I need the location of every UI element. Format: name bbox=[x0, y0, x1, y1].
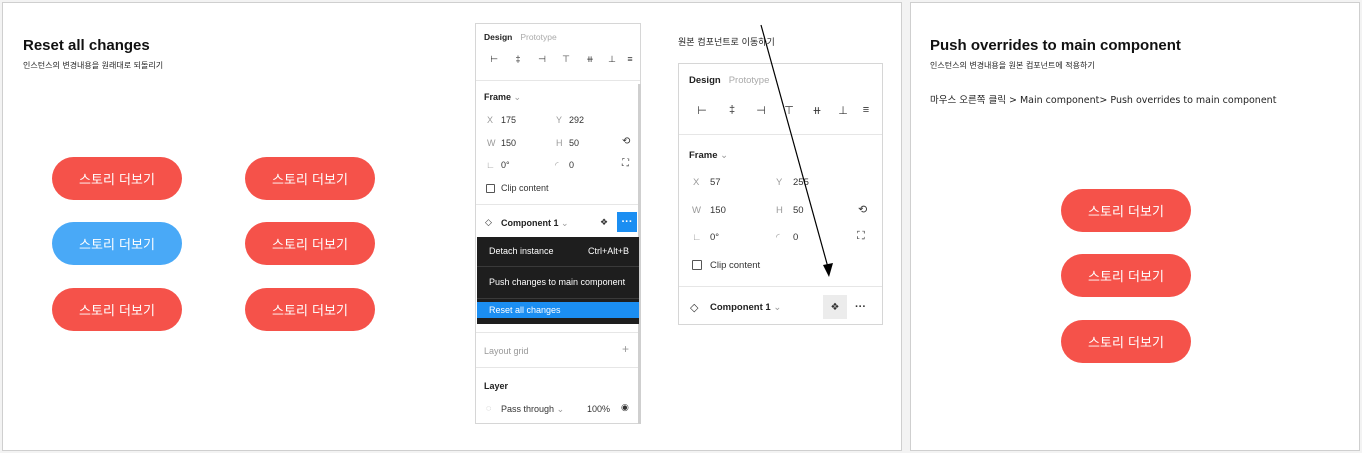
story-more-button[interactable]: 스토리 더보기 bbox=[1061, 254, 1191, 297]
frame-subtitle: 인스턴스의 변경내용을 원본 컴포넌트에 적용하기 bbox=[930, 61, 1095, 70]
push-overrides-frame: Push overrides to main component 인스턴스의 변… bbox=[910, 2, 1360, 451]
frame-title: Push overrides to main component bbox=[930, 37, 1181, 54]
reset-all-changes-frame: Reset all changes 인스턴스의 변경내용을 원래대로 되돌리기 … bbox=[2, 2, 902, 451]
pointer-arrow bbox=[760, 24, 833, 277]
instruction-text: 마우스 오른쪽 클릭 > Main component> Push overri… bbox=[930, 95, 1277, 106]
story-more-button[interactable]: 스토리 더보기 bbox=[1061, 320, 1191, 363]
story-more-button[interactable]: 스토리 더보기 bbox=[1061, 189, 1191, 232]
